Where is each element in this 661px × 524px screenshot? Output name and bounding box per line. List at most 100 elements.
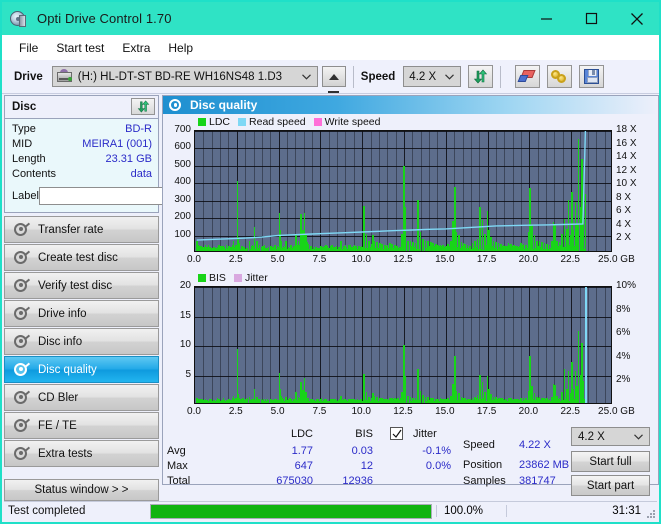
bis-chart-plot: [194, 286, 612, 404]
close-button[interactable]: [614, 2, 659, 35]
jitter-checkbox[interactable]: [390, 427, 403, 440]
sidebar-item-drive-info[interactable]: Drive info: [4, 300, 159, 327]
x-tick-label: 20.0: [519, 406, 538, 417]
y-tick-label: 400: [174, 176, 191, 187]
grid-line: [320, 287, 321, 403]
erase-button[interactable]: [515, 65, 540, 88]
sidebar-item-disc-info[interactable]: Disc info: [4, 328, 159, 355]
elapsed-time: 31:31: [506, 505, 657, 517]
app-icon: [10, 10, 28, 28]
save-button[interactable]: [579, 65, 604, 88]
y-tick-label: 100: [174, 229, 191, 240]
sidebar-item-fe-te[interactable]: FE / TE: [4, 412, 159, 439]
stats-max-bis: 12: [318, 460, 373, 472]
menu-item-help[interactable]: Help: [159, 38, 202, 58]
eject-button[interactable]: [322, 66, 346, 87]
legend-swatch: [198, 274, 206, 282]
y-tick-label: 5: [185, 369, 191, 380]
stats-col-bis: BIS: [318, 428, 373, 440]
legend-item: Jitter: [234, 272, 268, 284]
disc-row-value: 23.31 GB: [106, 152, 152, 167]
grid-line: [396, 287, 397, 403]
sidebar-item-transfer-rate[interactable]: Transfer rate: [4, 216, 159, 243]
resize-grip-icon[interactable]: [645, 508, 655, 518]
legend-swatch: [314, 118, 322, 126]
sidebar-item-label: Disc info: [38, 336, 82, 348]
y2-tick-label: 6%: [616, 327, 630, 338]
disc-info-title: Disc: [12, 101, 36, 113]
menu-item-file[interactable]: File: [10, 38, 47, 58]
bookmark-button[interactable]: [547, 65, 572, 88]
start-part-button[interactable]: Start part: [571, 475, 650, 496]
x-tick-label: 25.0 GB: [598, 406, 635, 417]
x-tick-label: 15.0: [435, 254, 454, 265]
grid-line: [220, 287, 221, 403]
y-tick-label: 10: [180, 339, 191, 350]
disc-quality-icon: [169, 99, 182, 112]
x-tick-label: 12.5: [393, 406, 412, 417]
grid-line: [596, 287, 597, 403]
legend-item: LDC: [198, 116, 230, 128]
start-full-button[interactable]: Start full: [571, 451, 650, 472]
disc-info-box: Disc Type BD-R MID MEIRA1 (001) Length 2…: [4, 95, 159, 213]
y-tick-label: 200: [174, 211, 191, 222]
sidebar-item-label: Transfer rate: [38, 224, 103, 236]
grid-line: [387, 287, 388, 403]
legend-swatch: [238, 118, 246, 126]
y2-tick-label: 8 X: [616, 192, 631, 203]
grid-line: [329, 287, 330, 403]
app-window: Opti Drive Control 1.70 File Start test …: [0, 0, 661, 524]
status-window-button[interactable]: Status window > >: [4, 479, 159, 501]
minimize-button[interactable]: [524, 2, 569, 35]
sidebar-item-disc-quality[interactable]: Disc quality: [4, 356, 159, 383]
disc-row-label: Type: [12, 122, 36, 137]
y2-tick-label: 18 X: [616, 124, 637, 135]
disc-row-label: MID: [12, 137, 32, 152]
window-controls: [524, 2, 659, 35]
window-title: Opti Drive Control 1.70: [37, 11, 172, 26]
stats-col-ldc: LDC: [258, 428, 313, 440]
x-tick-label: 10.0: [351, 406, 370, 417]
legend-label: BIS: [209, 272, 226, 284]
x-tick-label: 15.0: [435, 406, 454, 417]
menu-item-extra[interactable]: Extra: [113, 38, 159, 58]
legend-item: BIS: [198, 272, 226, 284]
maximize-button[interactable]: [569, 2, 614, 35]
sidebar-item-label: FE / TE: [38, 420, 77, 432]
y2-tick-label: 4 X: [616, 219, 631, 230]
disc-refresh-button[interactable]: [131, 98, 155, 115]
main-panel: Disc quality LDC Read speed Write speed 100…: [162, 95, 659, 485]
sidebar-item-extra-tests[interactable]: Extra tests: [4, 440, 159, 467]
y2-tick-label: 10 X: [616, 178, 637, 189]
eject-icon: [328, 74, 339, 80]
stats-total-bis: 12936: [313, 475, 373, 487]
stats-row-total-label: Total: [167, 475, 190, 487]
samples-label: Samples: [463, 475, 506, 487]
drive-select[interactable]: (H:) HL-DT-ST BD-RE WH16NS48 1.D3: [52, 66, 318, 87]
menu-item-start-test[interactable]: Start test: [47, 38, 113, 58]
stats-row-avg-label: Avg: [167, 445, 186, 457]
legend-item: Write speed: [314, 116, 381, 128]
speed-select[interactable]: 4.2 X: [403, 66, 461, 87]
sidebar-item-cd-bler[interactable]: CD Bler: [4, 384, 159, 411]
sidebar-item-create-test-disc[interactable]: Create test disc: [4, 244, 159, 271]
y2-tick-label: 12 X: [616, 165, 637, 176]
toolbar-divider-2: [500, 66, 501, 88]
stats-avg-jitter: -0.1%: [395, 445, 451, 457]
panel-header: Disc quality: [163, 96, 658, 114]
speed-result-value: 4.22 X: [519, 439, 551, 451]
y2-tick-label: 10%: [616, 280, 636, 291]
grid-line: [588, 287, 589, 403]
refresh-icon: [137, 100, 150, 113]
y-tick-label: 500: [174, 159, 191, 170]
disc-row-value: data: [131, 167, 152, 182]
test-speed-select[interactable]: 4.2 X: [571, 427, 650, 446]
refresh-button[interactable]: [468, 65, 493, 88]
x-tick-label: 5.0: [271, 406, 285, 417]
grid-line: [513, 287, 514, 403]
y-tick-label: 700: [174, 124, 191, 135]
y2-tick-label: 4%: [616, 351, 630, 362]
sidebar-item-verify-test-disc[interactable]: Verify test disc: [4, 272, 159, 299]
x-tick-label: 22.5: [560, 406, 579, 417]
sidebar-item-label: Drive info: [38, 308, 87, 320]
